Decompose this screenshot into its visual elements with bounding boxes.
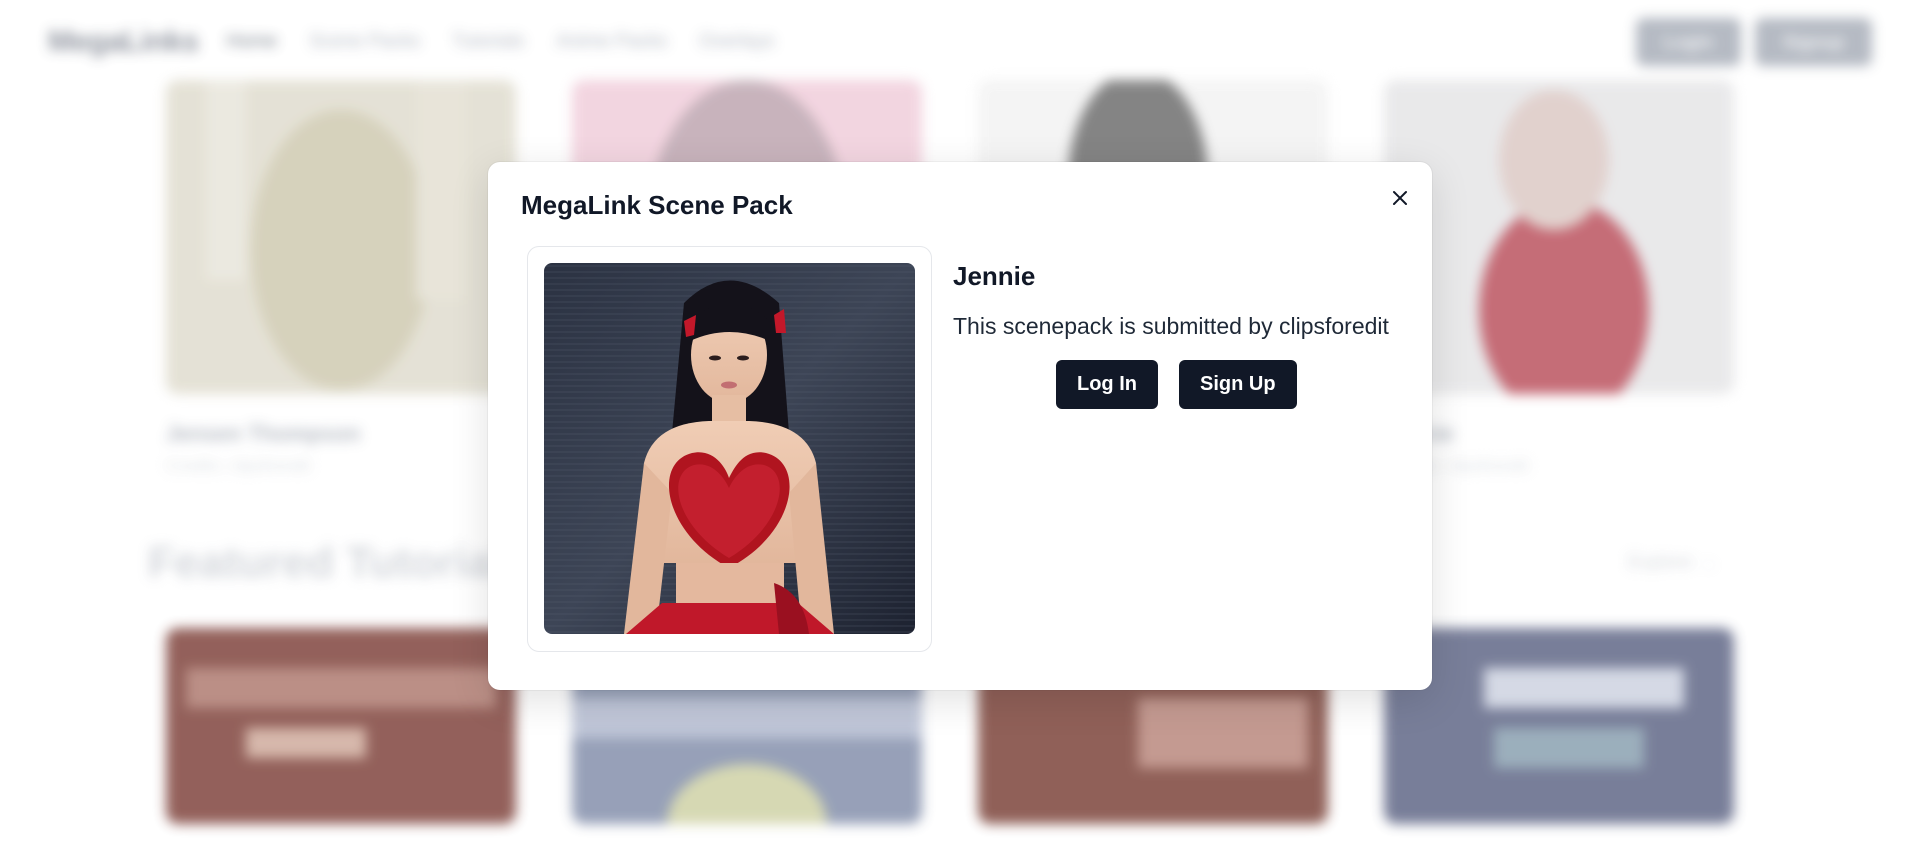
close-button[interactable]	[1388, 186, 1412, 210]
login-button[interactable]: Log In	[1056, 360, 1158, 409]
close-icon	[1393, 191, 1407, 205]
scene-pack-modal: MegaLink Scene Pack Jennie This scenepac…	[488, 162, 1432, 690]
scene-pack-image	[544, 263, 915, 634]
scene-pack-name: Jennie	[953, 261, 1036, 291]
image-frame	[527, 246, 932, 652]
signup-button[interactable]: Sign Up	[1178, 360, 1297, 409]
scene-pack-description: This scenepack is submitted by clipsfore…	[953, 313, 1389, 339]
auth-buttons: Log In Sign Up	[1056, 360, 1297, 409]
modal-title: MegaLink Scene Pack	[521, 190, 793, 220]
scene-pack-photo	[544, 263, 915, 634]
